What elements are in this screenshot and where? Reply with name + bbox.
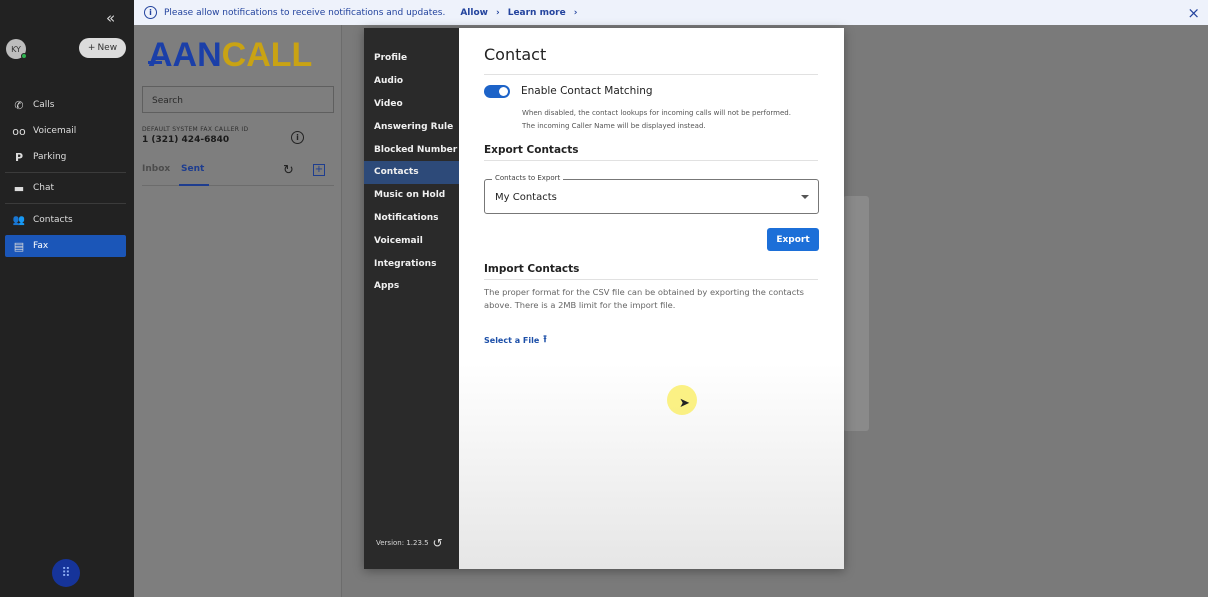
settings-modal: Profile Audio Video Answering Rule Block… xyxy=(364,28,844,569)
select-file-label: Select a File xyxy=(484,336,540,345)
toggle-knob xyxy=(499,87,508,96)
import-description: The proper format for the CSV file can b… xyxy=(484,287,804,310)
search-input[interactable]: Search xyxy=(142,86,334,113)
avatar[interactable]: KY xyxy=(6,39,27,59)
nav-item-parking[interactable]: P Parking xyxy=(5,146,126,168)
chevron-right-icon: › xyxy=(573,7,578,18)
menu-item-answering-rule[interactable]: Answering Rule xyxy=(364,115,459,138)
fax-caller-id-caption: DEFAULT SYSTEM FAX CALLER ID xyxy=(142,126,249,133)
select-file-button[interactable]: Select a File ⭱ xyxy=(484,332,547,349)
logo-bar xyxy=(148,61,162,64)
logo-text-a: AAN xyxy=(148,36,222,74)
menu-item-contacts[interactable]: Contacts xyxy=(364,160,459,184)
menu-item-voicemail[interactable]: Voicemail xyxy=(364,229,459,252)
contacts-icon: 👥 xyxy=(12,214,26,226)
settings-sidebar: Profile Audio Video Answering Rule Block… xyxy=(364,28,459,569)
info-icon[interactable]: i xyxy=(291,131,304,144)
nav-item-calls[interactable]: ✆ Calls xyxy=(5,94,126,116)
add-fax-icon[interactable]: + xyxy=(313,164,325,176)
contact-matching-label: Enable Contact Matching xyxy=(521,85,653,97)
upload-icon: ⭱ xyxy=(543,334,547,345)
divider xyxy=(484,160,818,161)
settings-menu: Profile Audio Video Answering Rule Block… xyxy=(364,47,459,298)
contacts-to-export-select[interactable]: Contacts to Export My Contacts xyxy=(484,174,819,214)
tab-divider xyxy=(142,185,334,186)
refresh-icon[interactable]: ↻ xyxy=(283,163,294,178)
tab-sent[interactable]: Sent xyxy=(181,164,204,174)
nav-label: Voicemail xyxy=(33,126,77,136)
help-line-1: When disabled, the contact lookups for i… xyxy=(522,109,791,117)
contact-settings: Contact Enable Contact Matching When dis… xyxy=(459,28,844,569)
info-icon: i xyxy=(144,6,157,19)
nav-item-voicemail[interactable]: oo Voicemail xyxy=(5,120,126,142)
new-button-label: New xyxy=(97,43,118,53)
help-line-2: The incoming Caller Name will be display… xyxy=(522,122,706,130)
menu-item-notifications[interactable]: Notifications xyxy=(364,207,459,230)
select-value: My Contacts xyxy=(495,192,557,203)
menu-item-video[interactable]: Video xyxy=(364,93,459,116)
divider xyxy=(484,74,818,75)
nav-label: Fax xyxy=(33,241,49,251)
left-rail: « KY + New ✆ Calls oo Voicemail P Parking ▬ C… xyxy=(0,0,134,597)
import-heading: Import Contacts xyxy=(484,263,580,275)
contact-matching-help: When disabled, the contact lookups for i… xyxy=(522,107,822,133)
menu-item-music-on-hold[interactable]: Music on Hold xyxy=(364,184,459,207)
caret-down-icon xyxy=(801,195,809,199)
export-heading: Export Contacts xyxy=(484,144,579,156)
nav-item-chat[interactable]: ▬ Chat xyxy=(5,177,126,199)
nav-item-contacts[interactable]: 👥 Contacts xyxy=(5,209,126,231)
learn-more-link[interactable]: Learn more xyxy=(508,8,566,18)
nav-label: Calls xyxy=(33,100,55,110)
divider xyxy=(484,279,818,280)
version-label: Version: 1.23.5 xyxy=(376,539,429,547)
menu-item-integrations[interactable]: Integrations xyxy=(364,252,459,275)
mouse-pointer-icon: ➤ xyxy=(679,396,690,411)
tab-inbox[interactable]: Inbox xyxy=(142,164,170,174)
nav-divider xyxy=(5,172,126,173)
dialpad-button[interactable]: ⠿ xyxy=(52,559,80,587)
contact-matching-toggle[interactable] xyxy=(484,85,510,98)
voicemail-icon: oo xyxy=(12,124,26,138)
nav-label: Contacts xyxy=(33,215,73,225)
avatar-initials: KY xyxy=(11,44,21,54)
tab-active-indicator xyxy=(179,184,209,186)
close-icon[interactable]: × xyxy=(1187,4,1200,22)
nav-label: Chat xyxy=(33,183,55,193)
menu-item-apps[interactable]: Apps xyxy=(364,275,459,298)
dialpad-icon: ⠿ xyxy=(61,565,71,581)
presence-dot xyxy=(21,53,27,59)
background-card xyxy=(843,196,869,431)
history-icon[interactable]: ↺ xyxy=(433,536,443,550)
notification-banner: i Please allow notifications to receive … xyxy=(134,0,1208,25)
collapse-icon[interactable]: « xyxy=(106,9,115,27)
fax-caller-id: 1 (321) 424-6840 xyxy=(142,135,230,145)
menu-item-blocked-number[interactable]: Blocked Number xyxy=(364,138,459,161)
version-info: Version: 1.23.5 ↺ xyxy=(376,536,443,550)
chevron-right-icon: › xyxy=(495,7,500,18)
brand-logo: AANCALL xyxy=(148,37,333,73)
export-button[interactable]: Export xyxy=(767,228,819,251)
phone-icon: ✆ xyxy=(14,98,24,112)
plus-icon: + xyxy=(87,43,96,53)
nav-divider xyxy=(5,203,126,204)
chat-icon: ▬ xyxy=(13,181,25,195)
nav-item-fax[interactable]: ▤ Fax xyxy=(5,235,126,257)
fax-icon: ▤ xyxy=(13,239,25,253)
logo-text-b: CALL xyxy=(221,36,313,74)
nav-label: Parking xyxy=(33,152,67,162)
page-title: Contact xyxy=(484,45,547,64)
menu-item-profile[interactable]: Profile xyxy=(364,47,459,70)
new-button[interactable]: + New xyxy=(79,38,126,58)
select-label: Contacts to Export xyxy=(492,174,564,182)
menu-item-audio[interactable]: Audio xyxy=(364,70,459,93)
banner-message: Please allow notifications to receive no… xyxy=(164,7,446,18)
allow-link[interactable]: Allow xyxy=(460,8,488,18)
parking-icon: P xyxy=(14,150,24,164)
